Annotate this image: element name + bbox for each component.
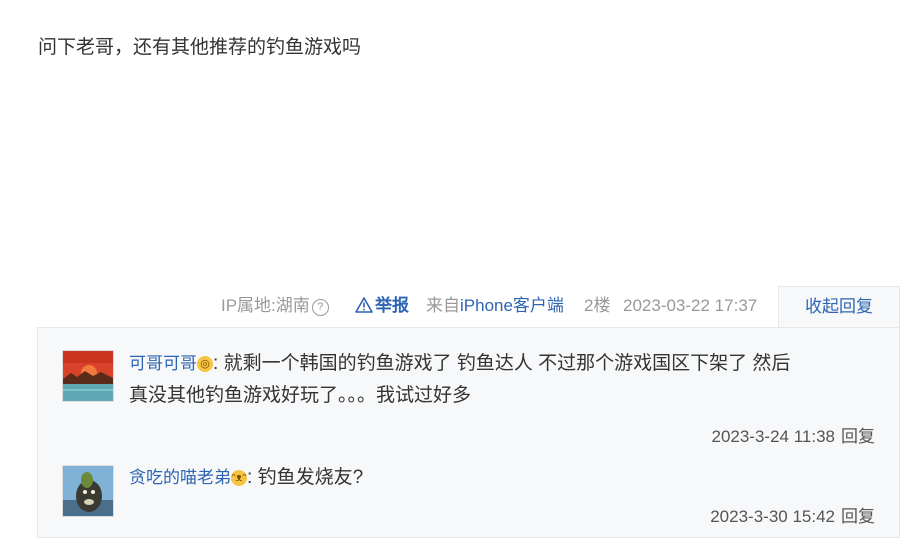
- client-prefix: 来自: [426, 296, 460, 315]
- floor-number: 2楼: [584, 296, 611, 315]
- cat-emoji-icon: ᵔᴥᵔ: [231, 470, 247, 486]
- reply-footer: 2023-3-30 15:42 回复: [710, 502, 875, 527]
- reply-content: 贪吃的喵老弟ᵔᴥᵔ: 钓鱼发烧友?: [129, 462, 889, 494]
- reply-panel: 可哥可哥 ◎: 就剩一个韩国的钓鱼游戏了 钓鱼达人 不过那个游戏国区下架了 然后 …: [37, 327, 900, 538]
- client-source: 来自iPhone客户端: [426, 296, 564, 316]
- avatar-image-sunset: [63, 351, 113, 401]
- reply-timestamp: 2023-3-24 11:38: [711, 427, 835, 446]
- warning-icon: [355, 297, 373, 313]
- reply-text-line2: 真没其他钓鱼游戏好玩了。。。我试过好多: [129, 385, 472, 406]
- reply-username[interactable]: 贪吃的喵老弟: [129, 468, 231, 487]
- post-timestamp: 2023-03-22 17:37: [623, 296, 758, 315]
- reply-button[interactable]: 回复: [841, 507, 875, 526]
- question-icon[interactable]: ?: [311, 299, 329, 316]
- avatar[interactable]: [62, 465, 114, 517]
- reply-separator: :: [247, 467, 253, 488]
- reply-text-line1: 钓鱼发烧友?: [257, 467, 364, 488]
- reply-timestamp: 2023-3-30 15:42: [710, 507, 835, 526]
- reply-button[interactable]: 回复: [841, 427, 875, 446]
- collapse-replies-button[interactable]: 收起回复: [778, 286, 900, 328]
- report-button[interactable]: 举报: [355, 296, 409, 316]
- reply-content: 可哥可哥 ◎: 就剩一个韩国的钓鱼游戏了 钓鱼达人 不过那个游戏国区下架了 然后 …: [129, 348, 889, 412]
- avatar-image-animal: [63, 466, 113, 516]
- post-text: 问下老哥，还有其他推荐的钓鱼游戏吗: [38, 37, 362, 58]
- client-link[interactable]: iPhone客户端: [460, 296, 564, 315]
- ip-location: IP属地:湖南?: [221, 296, 329, 316]
- reply-separator: :: [213, 353, 219, 374]
- avatar[interactable]: [62, 350, 114, 402]
- reply-username[interactable]: 可哥可哥: [129, 354, 197, 373]
- report-label: 举报: [375, 296, 409, 315]
- ip-label: IP属地:湖南: [221, 296, 310, 315]
- badge-emoji-icon: ◎: [197, 356, 213, 372]
- reply-footer: 2023-3-24 11:38 回复: [711, 422, 875, 447]
- reply-text-line1: 就剩一个韩国的钓鱼游戏了 钓鱼达人 不过那个游戏国区下架了 然后: [223, 353, 791, 374]
